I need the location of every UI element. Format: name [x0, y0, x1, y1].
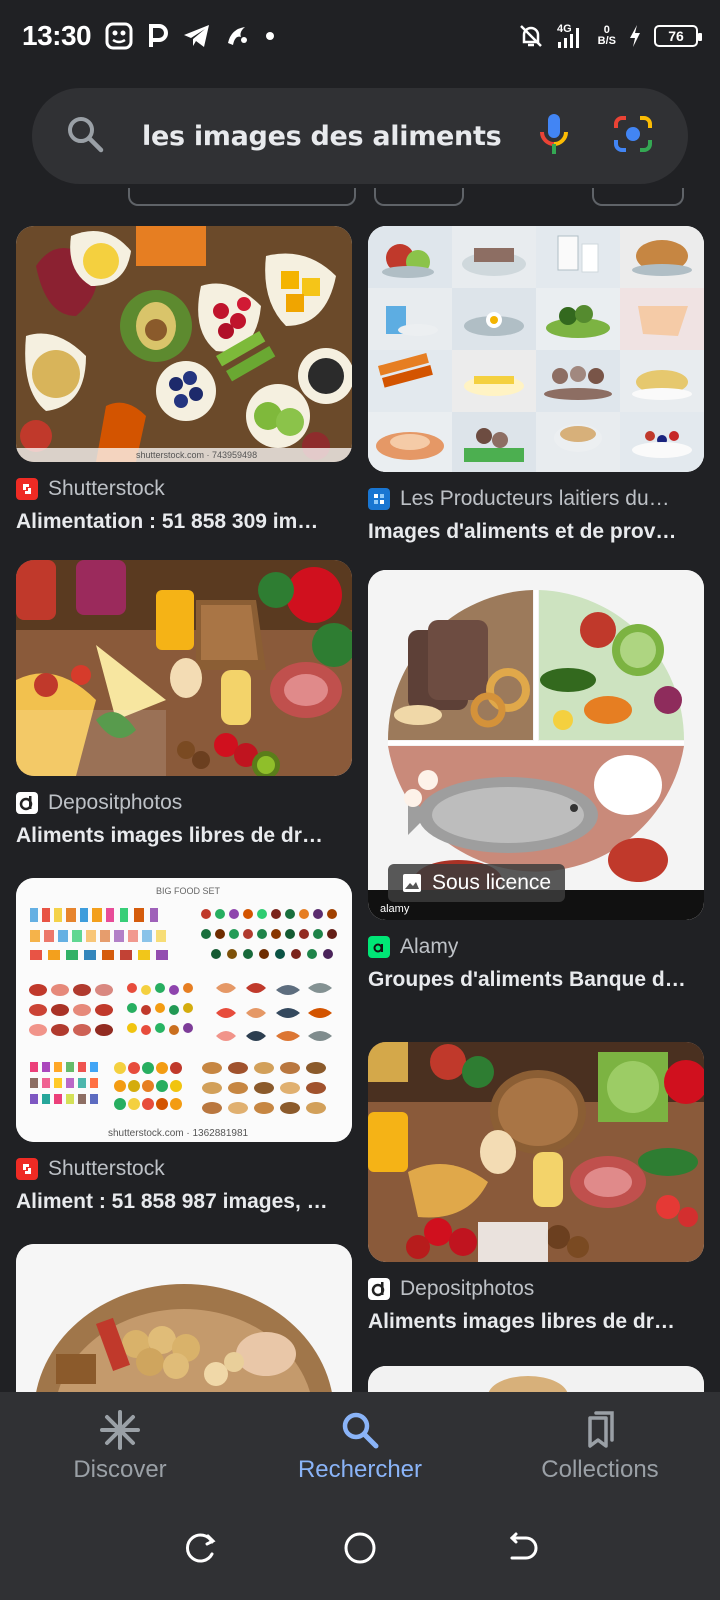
source-name: Depositphotos — [400, 1277, 535, 1300]
home-button-icon[interactable] — [342, 1530, 378, 1571]
status-time: 13:30 — [22, 20, 92, 51]
result-image[interactable] — [368, 226, 704, 472]
result-source: Les Producteurs laitiers du… — [368, 486, 704, 512]
alamy-icon — [368, 936, 390, 958]
network-type-label: 4G — [557, 23, 572, 35]
image-results-grid: shutterstock.com · 743959498 Shutterstoc… — [0, 208, 720, 1392]
search-bar[interactable]: les images des aliments — [32, 88, 688, 184]
result-title[interactable]: Images d'aliments et de prov… — [368, 520, 688, 544]
source-name: Shutterstock — [48, 1157, 165, 1180]
previous-result-edge — [128, 188, 356, 206]
status-bar: 13:30 4G 0 B/S 76 — [0, 0, 720, 72]
mute-bell-icon — [518, 23, 544, 49]
more-notifications-dot-icon — [265, 31, 275, 41]
discover-asterisk-icon — [100, 1410, 140, 1450]
telegram-icon — [183, 24, 211, 48]
source-name: Shutterstock — [48, 477, 165, 500]
collections-bookmark-icon — [588, 1411, 614, 1448]
image-result-card[interactable] — [16, 1244, 352, 1392]
voice-search-icon[interactable] — [538, 112, 570, 161]
result-source: Depositphotos — [16, 790, 352, 816]
result-title[interactable]: Groupes d'aliments Banque d… — [368, 968, 688, 992]
back-button-icon[interactable] — [502, 1530, 538, 1571]
licensed-badge: Sous licence — [388, 864, 566, 902]
result-title[interactable]: Aliment : 51 858 987 images, … — [16, 1190, 336, 1214]
search-icon[interactable] — [66, 115, 104, 158]
nav-search[interactable]: Rechercher — [240, 1392, 480, 1500]
result-source: Shutterstock — [16, 1156, 352, 1182]
image-result-card[interactable]: BIG FOOD SET shutterstock.com · 13628819… — [16, 878, 352, 1214]
image-caption: shutterstock.com · 1362881981 — [108, 1128, 249, 1139]
search-icon — [342, 1412, 379, 1449]
google-lens-icon[interactable] — [612, 114, 654, 159]
bottom-navigation: Discover Rechercher Collections — [0, 1392, 720, 1500]
image-caption: shutterstock.com · 743959498 — [136, 450, 257, 460]
image-icon — [403, 874, 421, 892]
result-image[interactable]: BIG FOOD SET shutterstock.com · 13628819… — [16, 878, 352, 1142]
source-name: Depositphotos — [48, 791, 183, 814]
result-image[interactable] — [16, 1244, 352, 1392]
gallery-notification-icon — [105, 22, 133, 50]
parking-notification-icon — [147, 23, 169, 49]
nav-collections-label: Collections — [541, 1456, 659, 1483]
image-result-card[interactable]: Depositphotos Aliments images libres de … — [368, 1042, 704, 1334]
result-source: Alamy — [368, 934, 704, 960]
charging-icon — [628, 24, 642, 48]
image-result-card[interactable] — [368, 1366, 704, 1392]
net-speed-unit: B/S — [597, 35, 616, 47]
depositphotos-icon — [368, 1278, 390, 1300]
nav-discover-label: Discover — [73, 1456, 167, 1483]
recent-apps-icon[interactable] — [182, 1530, 218, 1571]
result-source: Shutterstock — [16, 476, 352, 502]
result-title[interactable]: Aliments images libres de dr… — [16, 824, 336, 848]
producteurs-laitiers-icon — [368, 488, 390, 510]
battery-level: 76 — [668, 28, 684, 44]
image-result-card[interactable]: Depositphotos Aliments images libres de … — [16, 560, 352, 848]
signal-4g-icon: 4G — [556, 22, 586, 50]
net-speed: 0 B/S — [598, 25, 616, 47]
app-notification-icon — [225, 23, 251, 49]
nav-collections[interactable]: Collections — [480, 1392, 720, 1500]
shutterstock-icon — [16, 1158, 38, 1180]
depositphotos-icon — [16, 792, 38, 814]
search-query[interactable]: les images des aliments — [142, 121, 528, 152]
source-name: Les Producteurs laitiers du… — [400, 487, 670, 510]
system-navigation-bar — [0, 1500, 720, 1600]
shutterstock-icon — [16, 478, 38, 500]
result-image[interactable]: alamy Sous licence — [368, 570, 704, 920]
source-name: Alamy — [400, 935, 459, 958]
result-image[interactable] — [368, 1042, 704, 1262]
result-image[interactable]: shutterstock.com · 743959498 — [16, 226, 352, 462]
result-title[interactable]: Alimentation : 51 858 309 im… — [16, 510, 336, 534]
licensed-label: Sous licence — [432, 871, 552, 894]
nav-discover[interactable]: Discover — [0, 1392, 240, 1500]
image-label: BIG FOOD SET — [156, 886, 221, 896]
result-source: Depositphotos — [368, 1276, 704, 1302]
image-watermark: alamy — [380, 903, 410, 915]
previous-result-edge — [592, 188, 684, 206]
result-image[interactable] — [368, 1366, 704, 1392]
nav-search-label: Rechercher — [297, 1456, 423, 1483]
previous-result-edge — [374, 188, 464, 206]
image-result-card[interactable]: shutterstock.com · 743959498 Shutterstoc… — [16, 226, 352, 534]
battery-indicator: 76 — [654, 25, 702, 47]
result-image[interactable] — [16, 560, 352, 776]
result-title[interactable]: Aliments images libres de dr… — [368, 1310, 688, 1334]
image-result-card[interactable]: alamy Sous licence Alamy Groupes d'alime… — [368, 570, 704, 992]
image-result-card[interactable]: Les Producteurs laitiers du… Images d'al… — [368, 226, 704, 544]
